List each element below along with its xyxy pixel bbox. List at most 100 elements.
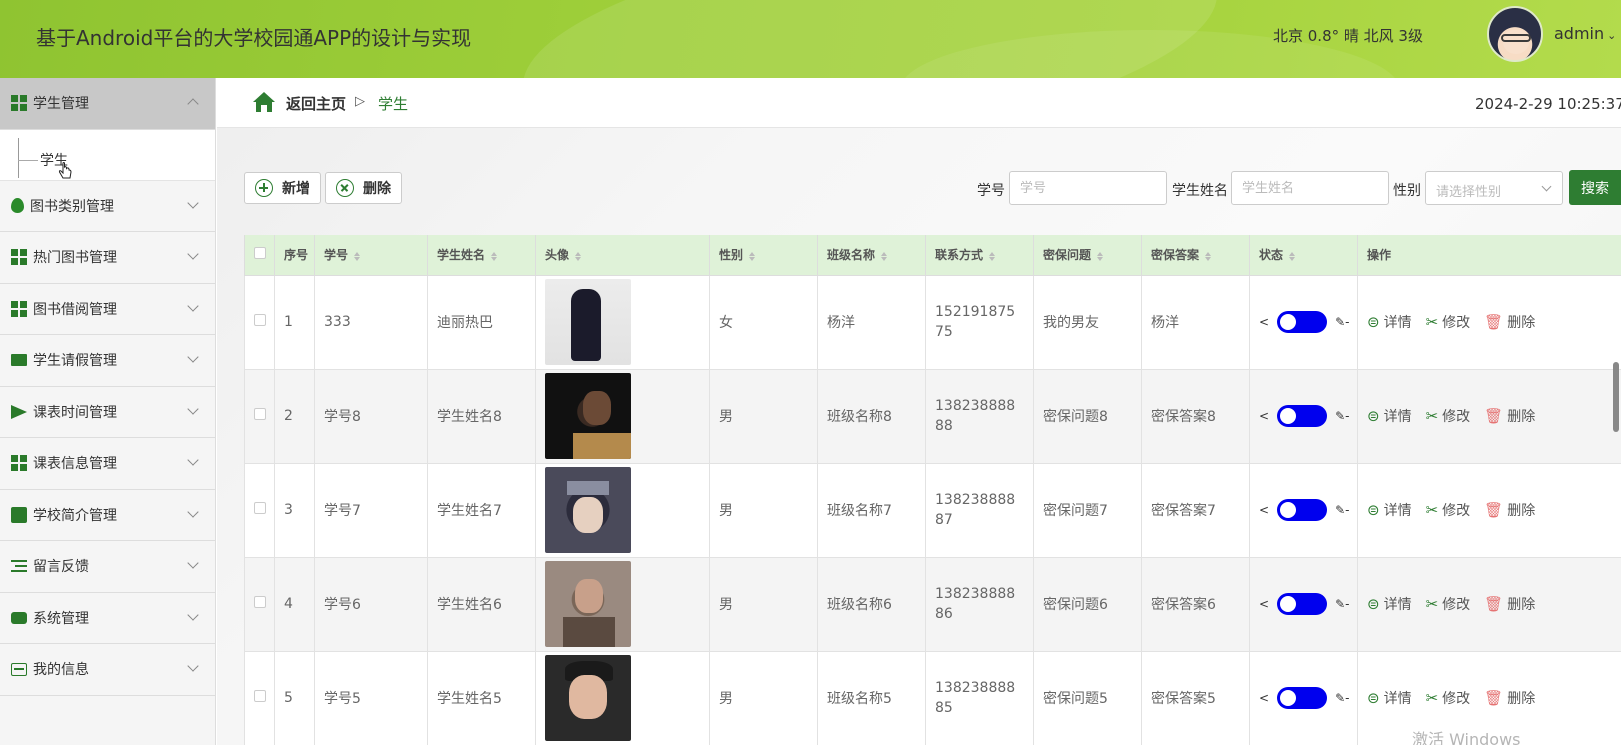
avatar-thumbnail[interactable] — [545, 467, 631, 553]
cell-security-answer: 密保答案5 — [1141, 650, 1250, 745]
gender-select[interactable]: 请选择性别 — [1425, 171, 1563, 205]
row-checkbox[interactable] — [253, 408, 266, 420]
home-icon[interactable] — [253, 92, 275, 112]
cell-actions: ⊜ 详情 ✂ 修改 🗑 删除 — [1357, 274, 1621, 370]
edit-button[interactable]: ✂ 修改 — [1426, 688, 1471, 708]
detail-button[interactable]: ⊜ 详情 — [1367, 406, 1412, 426]
row-checkbox[interactable] — [253, 596, 266, 608]
delete-row-button[interactable]: 🗑 删除 — [1484, 688, 1535, 708]
status-toggle[interactable] — [1277, 405, 1328, 427]
select-all-checkbox[interactable] — [253, 247, 266, 260]
row-checkbox[interactable] — [253, 690, 266, 702]
delete-row-button[interactable]: 🗑 删除 — [1484, 312, 1535, 332]
chevron-down-icon — [187, 402, 199, 415]
student-name-input[interactable] — [1231, 171, 1389, 205]
sidebar-item-student-management[interactable]: 学生管理 — [0, 78, 215, 130]
avatar-thumbnail[interactable] — [545, 561, 631, 647]
sort-icon[interactable] — [354, 252, 361, 262]
avatar-thumbnail[interactable] — [545, 279, 631, 365]
sidebar-item-label: 我的信息 — [33, 662, 89, 679]
detail-button[interactable]: ⊜ 详情 — [1367, 594, 1412, 614]
sort-icon[interactable] — [491, 252, 498, 262]
sidebar-item-book-category[interactable]: 图书类别管理 — [0, 181, 215, 232]
cell-avatar — [535, 274, 710, 370]
trash-icon: 🗑 — [1484, 501, 1504, 519]
status-toggle[interactable] — [1277, 311, 1328, 333]
pen-icon: ✎- — [1335, 597, 1350, 611]
toggle-knob — [1280, 314, 1297, 330]
share-icon: < — [1259, 597, 1270, 611]
delete-row-button[interactable]: 🗑 删除 — [1484, 406, 1535, 426]
sort-icon[interactable] — [881, 252, 888, 262]
cell-class-name: 杨洋 — [817, 274, 926, 370]
cell-gender: 女 — [709, 274, 818, 370]
sidebar-item-feedback[interactable]: 留言反馈 — [0, 541, 215, 593]
chevron-down-icon — [187, 351, 199, 363]
breadcrumb-home-link[interactable]: 返回主页 — [286, 93, 346, 114]
cell-status: < ✎- — [1249, 274, 1358, 370]
detail-button[interactable]: ⊜ 详情 — [1367, 688, 1412, 708]
sidebar-item-my-info[interactable]: 我的信息 — [0, 644, 215, 696]
delete-row-button[interactable]: 🗑 删除 — [1484, 594, 1535, 614]
column-header[interactable]: 联系方式 — [925, 235, 1034, 276]
sidebar-item-schedule-info[interactable]: 课表信息管理 — [0, 438, 215, 490]
column-header[interactable]: 性别 — [709, 235, 818, 276]
avatar-thumbnail[interactable] — [545, 373, 631, 459]
chevron-down-icon — [1541, 181, 1552, 192]
column-header[interactable]: 密保问题 — [1033, 235, 1142, 276]
sort-icon[interactable] — [1289, 252, 1296, 262]
row-checkbox[interactable] — [253, 314, 266, 326]
column-header[interactable]: 学生姓名 — [427, 235, 536, 276]
column-header[interactable]: 班级名称 — [817, 235, 926, 276]
edit-button[interactable]: ✂ 修改 — [1426, 594, 1471, 614]
add-button[interactable]: 新增 — [244, 172, 321, 204]
sidebar-item-label: 学校简介管理 — [33, 507, 117, 524]
user-menu[interactable]: admin ⌄ — [1554, 24, 1616, 43]
scrollbar[interactable] — [1613, 362, 1619, 432]
column-header-label: 学号 — [324, 248, 349, 263]
sort-icon[interactable] — [1205, 252, 1212, 262]
tree-line — [18, 137, 19, 178]
sidebar-item-schedule-time[interactable]: 课表时间管理 — [0, 387, 215, 438]
student-no-input[interactable] — [1009, 171, 1167, 205]
trash-icon: 🗑 — [1484, 407, 1504, 425]
sidebar-item-system[interactable]: 系统管理 — [0, 593, 215, 644]
sidebar-item-school-intro[interactable]: 学校简介管理 — [0, 490, 215, 541]
row-checkbox[interactable] — [253, 502, 266, 514]
row-select-cell — [244, 462, 275, 558]
delete-button[interactable]: 删除 — [325, 172, 402, 204]
sort-icon[interactable] — [575, 252, 582, 262]
detail-button[interactable]: ⊜ 详情 — [1367, 500, 1412, 520]
cell-class-name: 班级名称6 — [817, 556, 926, 652]
column-header[interactable]: 学号 — [314, 235, 428, 276]
breadcrumb-current: 学生 — [378, 95, 409, 113]
sidebar-subitem-student[interactable]: 学生 — [0, 129, 215, 181]
delete-row-button[interactable]: 🗑 删除 — [1484, 500, 1535, 520]
sidebar-item-book-borrow[interactable]: 图书借阅管理 — [0, 284, 215, 335]
sort-icon[interactable] — [749, 252, 756, 262]
search-button[interactable]: 搜索 — [1569, 170, 1621, 205]
column-header[interactable]: 头像 — [535, 235, 710, 276]
sort-icon[interactable] — [1097, 252, 1104, 262]
share-icon: < — [1259, 691, 1270, 705]
status-toggle[interactable] — [1277, 687, 1328, 709]
edit-button[interactable]: ✂ 修改 — [1426, 406, 1471, 426]
gear-icon — [11, 611, 27, 624]
edit-button[interactable]: ✂ 修改 — [1426, 312, 1471, 332]
column-header[interactable]: 状态 — [1249, 235, 1358, 276]
phone-text: 13823888885 — [935, 680, 1016, 716]
share-icon: < — [1259, 409, 1270, 423]
edit-button[interactable]: ✂ 修改 — [1426, 500, 1471, 520]
status-toggle[interactable] — [1277, 499, 1328, 521]
status-toggle[interactable] — [1277, 593, 1328, 615]
column-header-label: 密保问题 — [1043, 248, 1092, 263]
sidebar-item-student-leave[interactable]: 学生请假管理 — [0, 335, 215, 387]
avatar[interactable] — [1487, 6, 1543, 62]
avatar-thumbnail[interactable] — [545, 655, 631, 741]
column-header[interactable]: 密保答案 — [1141, 235, 1250, 276]
sidebar-item-hot-books[interactable]: 热门图书管理 — [0, 232, 215, 284]
pen-icon: ✎- — [1335, 409, 1350, 423]
detail-button[interactable]: ⊜ 详情 — [1367, 312, 1412, 332]
sort-icon[interactable] — [989, 252, 996, 262]
sidebar-item-label: 图书借阅管理 — [33, 301, 117, 318]
